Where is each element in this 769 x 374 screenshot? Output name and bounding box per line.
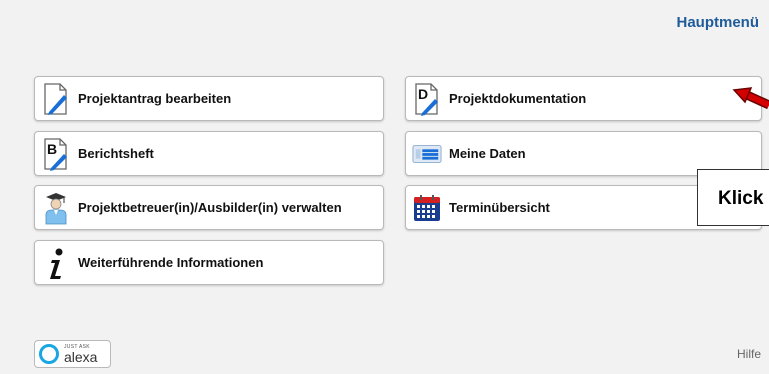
menu-button-berichtsheft[interactable]: B Berichtsheft: [34, 131, 384, 176]
menu-button-projektantrag[interactable]: Projektantrag bearbeiten: [34, 76, 384, 121]
page-title: Hauptmenü: [676, 14, 760, 31]
menu-label: Weiterführende Informationen: [78, 255, 264, 270]
menu-button-projektdokumentation[interactable]: D Projektdokumentation: [405, 76, 762, 121]
menu-label: Projektbetreuer(in)/Ausbilder(in) verwal…: [78, 200, 342, 215]
red-arrow-icon: [732, 87, 769, 110]
graduate-person-icon: [41, 190, 71, 226]
menu-label: Terminübersicht: [449, 200, 550, 215]
help-link[interactable]: Hilfe: [737, 347, 761, 361]
pencil-document-icon: [41, 81, 71, 117]
calendar-icon: [412, 190, 442, 226]
letter-b-document-icon: B: [41, 136, 71, 172]
svg-text:D: D: [418, 86, 428, 102]
menu-label: Berichtsheft: [78, 146, 154, 161]
letter-d-document-icon: D: [412, 81, 442, 117]
id-card-icon: [412, 136, 442, 172]
main-menu-page: Hauptmenü Projektantrag bearbeiten B Ber…: [0, 0, 769, 374]
alexa-text: JUST ASK alexa: [64, 344, 98, 365]
menu-label: Projektdokumentation: [449, 91, 587, 106]
info-icon: [41, 245, 71, 281]
alexa-logo-icon: [39, 344, 59, 364]
menu-button-weiterfuehrende-informationen[interactable]: Weiterführende Informationen: [34, 240, 384, 285]
alexa-badge[interactable]: JUST ASK alexa: [34, 340, 111, 368]
alexa-big-text: alexa: [64, 348, 98, 365]
menu-label: Meine Daten: [449, 146, 526, 161]
annotation-callout: Klick: [697, 169, 769, 226]
svg-text:B: B: [47, 141, 57, 157]
menu-button-betreuer-verwalten[interactable]: Projektbetreuer(in)/Ausbilder(in) verwal…: [34, 185, 384, 230]
menu-label: Projektantrag bearbeiten: [78, 91, 232, 106]
